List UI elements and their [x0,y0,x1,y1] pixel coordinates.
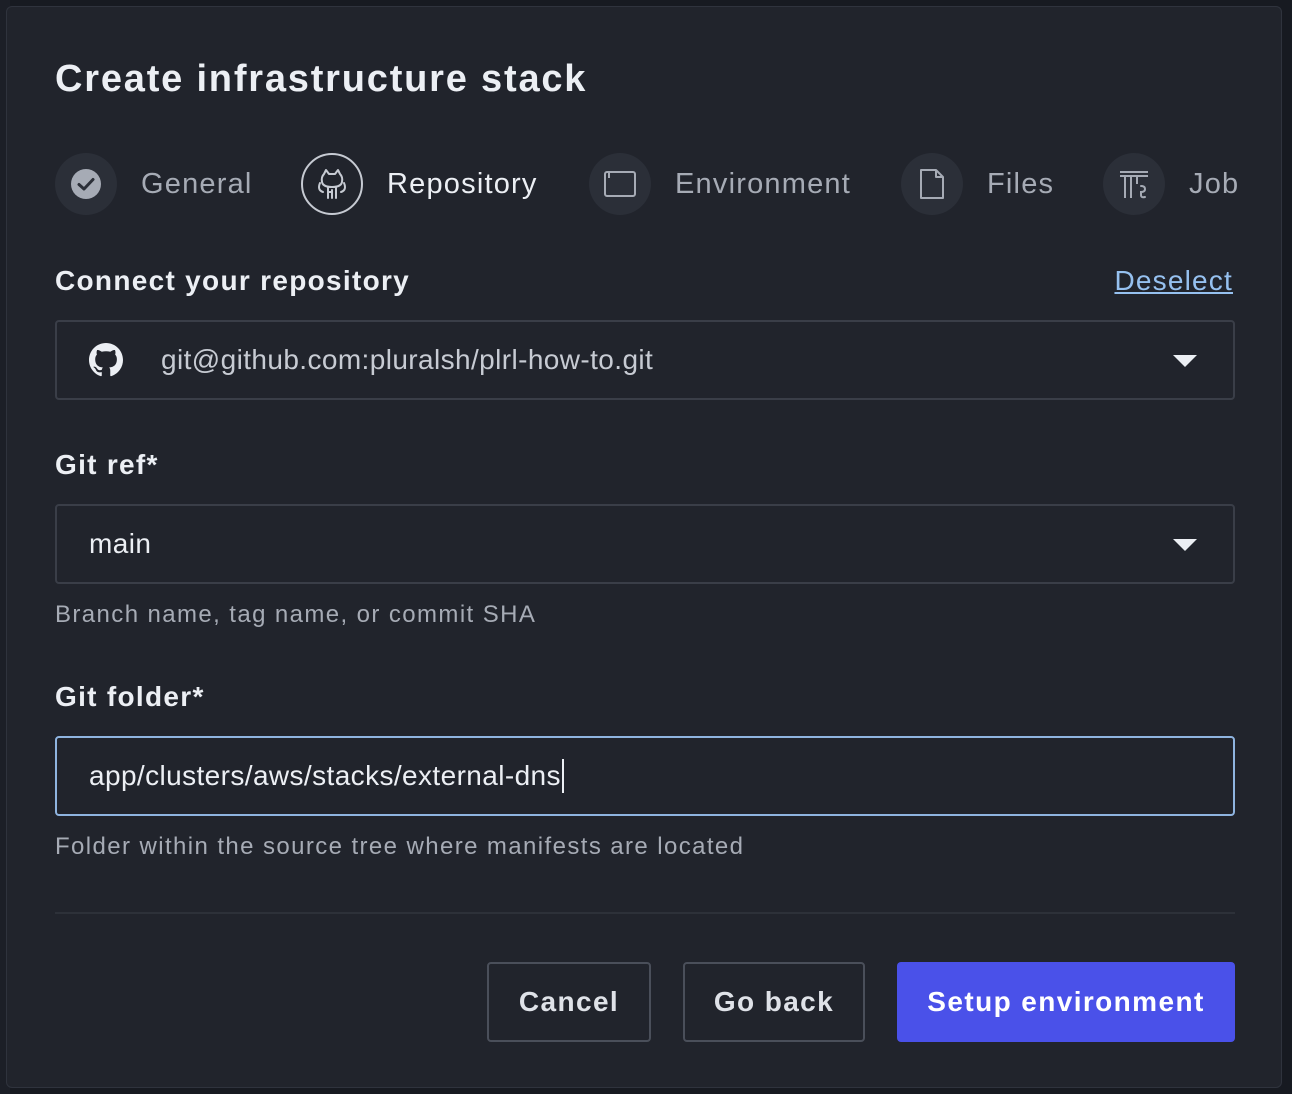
step-general-circle [55,153,117,215]
step-job-circle [1103,153,1165,215]
setup-environment-button[interactable]: Setup environment [897,962,1235,1042]
repository-select-value: git@github.com:pluralsh/plrl-how-to.git [161,344,654,375]
step-general-label: General [141,167,253,200]
chevron-down-icon [1173,355,1197,367]
step-repository-label: Repository [387,167,538,200]
job-icon [1120,171,1148,199]
step-repository[interactable]: Repository [301,151,538,217]
text-caret [561,759,564,793]
repository-label: Connect your repository [55,265,411,296]
step-job-label: Job [1189,167,1237,200]
git-cat-icon [318,169,346,199]
terminal-window-icon [604,171,636,197]
step-environment[interactable]: Environment [589,151,851,217]
modal-title: Create infrastructure stack [55,58,588,100]
step-files-circle [901,153,963,215]
stepper: General Repository Environment Files Job [55,151,1237,217]
create-stack-modal: Create infrastructure stack General Repo… [6,6,1282,1088]
go-back-button[interactable]: Go back [683,962,865,1042]
step-general[interactable]: General [55,151,253,217]
git-ref-value: main [89,528,152,559]
git-folder-hint: Folder within the source tree where mani… [55,833,745,860]
footer-divider [55,912,1235,914]
step-files-label: Files [987,167,1055,200]
git-ref-label: Git ref* [55,449,159,480]
repository-select[interactable]: git@github.com:pluralsh/plrl-how-to.git [55,320,1235,400]
step-files[interactable]: Files [901,151,1054,217]
github-icon [89,343,123,377]
git-folder-input[interactable]: app/clusters/aws/stacks/external-dns [55,736,1235,816]
step-environment-label: Environment [675,167,851,200]
cancel-button[interactable]: Cancel [487,962,651,1042]
checkmark-icon [71,169,101,199]
file-icon [920,169,944,199]
deselect-link[interactable]: Deselect [1114,265,1233,297]
git-folder-label: Git folder* [55,681,205,712]
git-ref-select[interactable]: main [55,504,1235,584]
step-environment-circle [589,153,651,215]
git-ref-hint: Branch name, tag name, or commit SHA [55,601,537,628]
chevron-down-icon [1173,539,1197,551]
step-job[interactable]: Job [1103,151,1237,217]
step-repository-circle [301,153,363,215]
git-folder-value: app/clusters/aws/stacks/external-dns [89,760,561,791]
